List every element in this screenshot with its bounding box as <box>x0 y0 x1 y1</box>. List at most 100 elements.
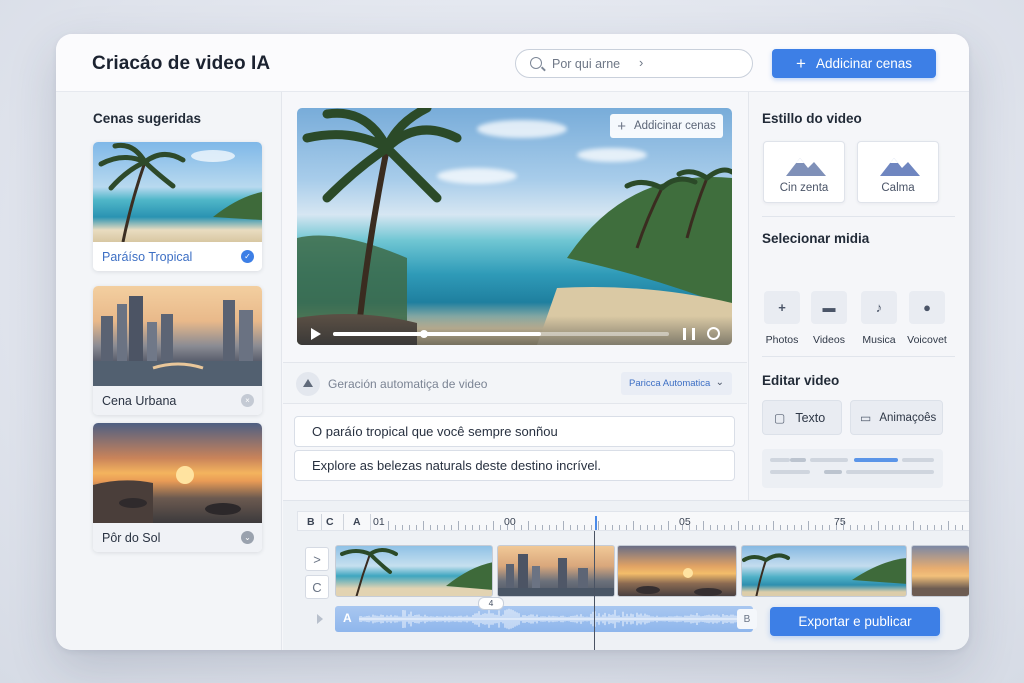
audio-marker[interactable]: 4 <box>478 597 504 610</box>
play-icon[interactable] <box>311 328 321 340</box>
ruler-tick <box>710 525 711 530</box>
ruler-tick <box>801 525 802 530</box>
chevron-right-icon[interactable]: > <box>305 547 329 571</box>
add-scenes-button[interactable]: + Addicinar cenas <box>772 49 936 78</box>
ruler-tick <box>759 525 760 530</box>
ruler-tick <box>479 525 480 530</box>
placeholder-bar <box>846 470 934 474</box>
timeline-clip-urban[interactable] <box>497 545 615 597</box>
auto-generation-label: Geración automatiça de video <box>328 377 488 391</box>
text-button[interactable]: ▢ Texto <box>762 400 842 435</box>
play-small-icon[interactable] <box>317 614 323 624</box>
ruler-tick <box>535 525 536 530</box>
style-option-calm[interactable]: Calma <box>857 141 939 203</box>
sidebar-title: Cenas sugeridas <box>93 111 202 126</box>
script-line-1[interactable]: O paráío tropical que você sempre sonñou <box>294 416 735 447</box>
ruler-tick <box>717 525 718 530</box>
divider <box>762 356 955 357</box>
text-button-label: Texto <box>795 410 826 425</box>
scene-card-urban[interactable]: Cena Urbana × <box>93 286 262 415</box>
microphone-icon[interactable]: ● <box>909 291 945 324</box>
separator <box>343 514 344 530</box>
ruler-tick <box>416 525 417 530</box>
progress-track[interactable] <box>333 330 669 338</box>
ruler-tick <box>934 525 935 530</box>
search-placeholder: Por qui arne <box>552 57 621 71</box>
timeline-clip-partial[interactable] <box>911 545 969 597</box>
palm-tree-illustration <box>98 142 262 242</box>
ruler-tick <box>871 525 872 530</box>
ruler-tick <box>913 521 914 530</box>
media-title: Selecionar midia <box>762 231 870 246</box>
animations-button[interactable]: ▭ Animaçoês <box>850 400 943 435</box>
ruler-tick <box>640 525 641 530</box>
clip-thumbnail <box>636 568 722 596</box>
timeline-clip-sunset[interactable] <box>617 545 737 597</box>
ruler-tick <box>885 525 886 530</box>
ruler-tick <box>927 525 928 530</box>
scene-card-tropical[interactable]: Paráíso Tropical ✓ <box>93 142 262 271</box>
auto-generate-icon[interactable] <box>296 372 320 396</box>
video-icon[interactable]: ▬ <box>811 291 847 324</box>
ruler-tick <box>787 525 788 530</box>
ruler-tick <box>493 521 494 530</box>
track-letter[interactable]: C <box>326 516 334 528</box>
media-label-videos: Videos <box>813 334 845 346</box>
loop-icon[interactable] <box>707 327 720 340</box>
ruler-tick <box>409 525 410 530</box>
preview-add-scenes-button[interactable]: + Addicinar cenas <box>610 114 723 138</box>
add-scenes-label: Addicinar cenas <box>815 56 912 71</box>
video-preview[interactable]: + Addicinar cenas <box>297 108 732 345</box>
style-option-gray[interactable]: Cin zenta <box>763 141 845 203</box>
check-circle-icon: ✓ <box>241 250 254 263</box>
music-note-icon[interactable]: ♪ <box>861 291 897 324</box>
ruler-tick <box>430 525 431 530</box>
timeline-ruler[interactable]: B C A 01 00 05 75 <box>297 511 969 531</box>
slider-fill[interactable] <box>854 458 898 462</box>
scene-label: Pôr do Sol <box>102 531 161 545</box>
ruler-tick <box>556 525 557 530</box>
icon-glyph: ♪ <box>875 300 883 315</box>
ruler-tick <box>892 525 893 530</box>
style-label: Calma <box>881 182 915 194</box>
scene-card-sunset[interactable]: Pôr do Sol ⌄ <box>93 423 262 552</box>
ruler-tick <box>843 521 844 530</box>
ruler-tick <box>668 521 669 530</box>
auto-mode-dropdown[interactable]: Paricca Automatica ⌄ <box>621 372 732 395</box>
placeholder-bar <box>824 470 842 474</box>
volume-icon[interactable] <box>683 328 695 340</box>
photo-plus-icon[interactable]: + <box>764 291 800 324</box>
scene-thumbnail <box>93 286 262 386</box>
clip-thumbnail <box>742 553 906 596</box>
app-window: Criacáo de video IA Por qui arne › + Add… <box>56 34 969 650</box>
track-letter[interactable]: A <box>353 516 361 528</box>
ruler-tick <box>444 525 445 530</box>
timeline-clip-tropical[interactable] <box>335 545 493 597</box>
clip-thumbnail <box>498 554 614 596</box>
ruler-tick <box>773 521 774 530</box>
script-line-2[interactable]: Explore as belezas naturals deste destin… <box>294 450 735 481</box>
undo-icon[interactable]: C <box>305 575 329 599</box>
app-title: Criacáo de video IA <box>92 53 271 74</box>
video-controls <box>297 316 732 345</box>
export-publish-button[interactable]: Exportar e publicar <box>770 607 940 636</box>
ruler-tick <box>521 525 522 530</box>
search-input[interactable]: Por qui arne › <box>515 49 753 78</box>
ruler-tick <box>570 525 571 530</box>
progress-knob[interactable] <box>419 330 428 338</box>
edit-settings-panel <box>762 449 943 488</box>
ruler-tick <box>864 525 865 530</box>
ruler-tick <box>752 525 753 530</box>
ruler-tick <box>402 525 403 530</box>
audio-track[interactable]: A 4 B <box>335 597 757 632</box>
icon-glyph: + <box>778 300 786 315</box>
timeline-clip-coast[interactable] <box>741 545 907 597</box>
icon-glyph: ● <box>923 300 931 315</box>
track-letter[interactable]: B <box>307 516 315 528</box>
mountain-icon <box>880 158 920 176</box>
city-skyline-illustration <box>93 296 262 386</box>
properties-panel: Estillo do video Cin zenta Calma Selecio… <box>748 92 969 500</box>
audio-end-handle[interactable]: B <box>737 609 757 629</box>
ruler-tick <box>486 525 487 530</box>
playhead[interactable] <box>594 531 595 650</box>
